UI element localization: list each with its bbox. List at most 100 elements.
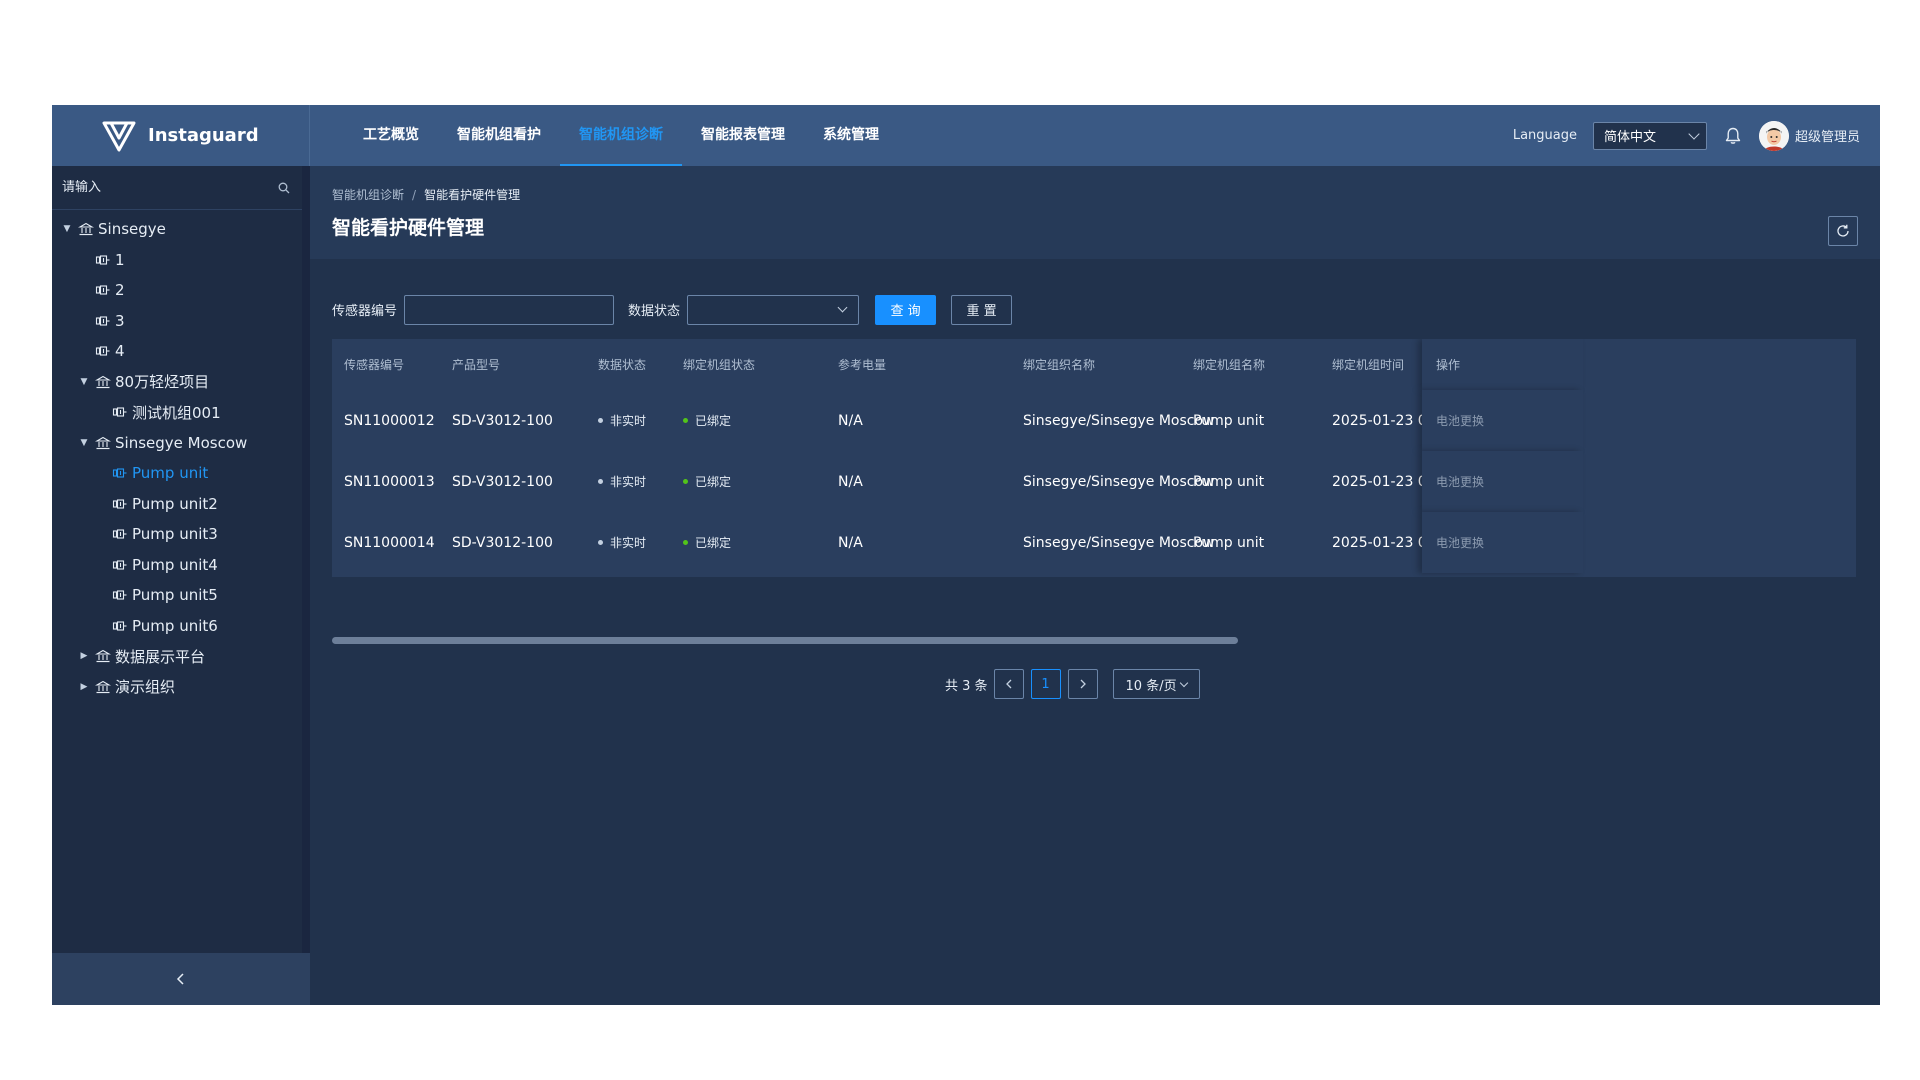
table-row: SN11000013 SD-V3012-100 非实时 已绑定 N/A Sinsegye/…: [332, 451, 1856, 512]
chevron-down-icon: [837, 302, 848, 313]
page-number-button[interactable]: 1: [1030, 669, 1061, 699]
tree-node[interactable]: Pump unit5: [52, 580, 302, 611]
caret-down-icon[interactable]: ▼: [77, 377, 91, 387]
sensor-number-input[interactable]: [404, 294, 615, 325]
tree-node[interactable]: Pump unit6: [52, 611, 302, 642]
caret-down-icon[interactable]: ▼: [60, 224, 74, 234]
pagination: 共 3 条 1 10 条/页: [945, 669, 1200, 699]
tree-node-label: 1: [115, 250, 125, 269]
building-icon: [94, 649, 112, 663]
data-status-select[interactable]: [687, 294, 860, 325]
tree-node-label: Pump unit3: [132, 525, 218, 544]
status-text: 非实时: [610, 475, 647, 489]
column-header: 操作: [1422, 339, 1583, 390]
tree-node[interactable]: 测试机组001: [52, 397, 302, 428]
tree-node[interactable]: ▶ 数据展示平台: [52, 641, 302, 672]
column-header: 绑定机组时间: [1332, 358, 1405, 372]
building-icon: [94, 375, 112, 389]
page-title: 智能看护硬件管理: [332, 217, 485, 239]
table-horizontal-scrollbar[interactable]: [332, 637, 1238, 644]
page-header: 智能机组诊断 / 智能看护硬件管理 智能看护硬件管理: [310, 166, 1880, 259]
status-dot: [598, 418, 603, 423]
tree-node[interactable]: 4: [52, 336, 302, 367]
refresh-button[interactable]: [1828, 216, 1858, 246]
column-header: 绑定组织名称: [1023, 358, 1096, 372]
cell-text: Sinsegye/Sinsegye Moscow: [1023, 534, 1215, 551]
cell-text: N/A: [838, 473, 863, 490]
table-cell: 电池更换: [1422, 451, 1583, 512]
user-avatar[interactable]: [1758, 120, 1789, 151]
tree-node[interactable]: Pump unit: [52, 458, 302, 489]
page-size-value: 10 条/页: [1125, 678, 1177, 694]
chevron-down-icon: [1688, 127, 1700, 140]
tree-node-label: 演示组织: [115, 678, 176, 697]
nav-item-0[interactable]: 工艺概览: [344, 105, 438, 166]
pagination-total: 共 3 条: [945, 678, 988, 694]
sensor-number-label: 传感器编号: [332, 304, 398, 319]
cell-text: Sinsegye/Sinsegye Moscow: [1023, 412, 1215, 429]
table-cell: SD-V3012-100: [452, 390, 553, 451]
query-button[interactable]: 查 询: [875, 294, 937, 325]
page-size-select[interactable]: 10 条/页: [1112, 669, 1200, 699]
org-tree: ▼ Sinsegye 1 2 3 4 ▼ 80万轻烃项目 测试机组001 ▼ Sinsegye Mo…: [52, 210, 302, 702]
table-cell: Pump unit: [1193, 451, 1264, 512]
battery-replace-link[interactable]: 电池更换: [1436, 534, 1484, 551]
battery-replace-link[interactable]: 电池更换: [1436, 412, 1484, 429]
tree-node[interactable]: Pump unit4: [52, 550, 302, 581]
caret-right-icon[interactable]: ▶: [77, 682, 91, 692]
nav-item-3[interactable]: 智能报表管理: [682, 105, 804, 166]
chevron-right-icon: [1080, 679, 1086, 689]
pump-icon: [95, 314, 111, 328]
pump-icon: [95, 253, 111, 267]
language-select[interactable]: 简体中文: [1592, 121, 1707, 150]
table-cell: N/A: [838, 390, 863, 451]
nav-item-1[interactable]: 智能机组看护: [438, 105, 560, 166]
table-cell: 非实时: [598, 390, 646, 451]
building-icon: [94, 680, 112, 694]
prev-page-button[interactable]: [993, 669, 1024, 699]
table-cell: N/A: [838, 512, 863, 573]
status-dot: [683, 479, 688, 484]
nav-item-2[interactable]: 智能机组诊断: [560, 105, 682, 166]
table-cell: SD-V3012-100: [452, 451, 553, 512]
search-icon[interactable]: [278, 182, 290, 194]
tree-node-label: Pump unit4: [132, 555, 218, 574]
tree-node-label: 数据展示平台: [115, 647, 206, 666]
next-page-button[interactable]: [1067, 669, 1098, 699]
tree-node[interactable]: ▶ 演示组织: [52, 672, 302, 703]
tree-search-input[interactable]: [62, 180, 252, 195]
bell-icon[interactable]: [1723, 125, 1743, 147]
tree-node-label: Sinsegye: [98, 220, 166, 239]
table-cell: SD-V3012-100: [452, 512, 553, 573]
cell-text: SD-V3012-100: [452, 534, 553, 551]
table-cell: Pump unit: [1193, 390, 1264, 451]
tree-node[interactable]: 3: [52, 306, 302, 337]
user-name[interactable]: 超级管理员: [1795, 126, 1860, 145]
breadcrumb-item-parent[interactable]: 智能机组诊断: [332, 186, 404, 203]
nav-item-4[interactable]: 系统管理: [804, 105, 898, 166]
table-cell: SN11000012: [344, 390, 435, 451]
tree-node[interactable]: 1: [52, 245, 302, 276]
caret-right-icon[interactable]: ▶: [77, 651, 91, 661]
brand[interactable]: Instaguard: [52, 105, 310, 166]
chevron-down-icon: [1179, 678, 1188, 687]
table-cell: 已绑定: [683, 390, 731, 451]
tree-node[interactable]: 2: [52, 275, 302, 306]
tree-node-label: Pump unit2: [132, 494, 218, 513]
collapse-sidebar-button[interactable]: [171, 969, 191, 989]
tree-node-label: 4: [115, 342, 125, 361]
column-header: 参考电量: [838, 358, 887, 372]
cell-text: Pump unit: [1193, 412, 1265, 429]
tree-node[interactable]: Pump unit2: [52, 489, 302, 520]
reset-button[interactable]: 重 置: [951, 294, 1013, 325]
battery-replace-link[interactable]: 电池更换: [1436, 473, 1484, 490]
tree-node[interactable]: ▼ Sinsegye Moscow: [52, 428, 302, 459]
tree-node[interactable]: Pump unit3: [52, 519, 302, 550]
column-header: 绑定机组名称: [1193, 358, 1266, 372]
language-value: 简体中文: [1603, 130, 1656, 145]
tree-node[interactable]: ▼ Sinsegye: [52, 214, 302, 245]
cell-text: Sinsegye/Sinsegye Moscow: [1023, 473, 1215, 490]
caret-down-icon[interactable]: ▼: [77, 438, 91, 448]
tree-node[interactable]: ▼ 80万轻烃项目: [52, 367, 302, 398]
main-nav: 工艺概览 智能机组看护 智能机组诊断 智能报表管理 系统管理: [344, 105, 898, 166]
